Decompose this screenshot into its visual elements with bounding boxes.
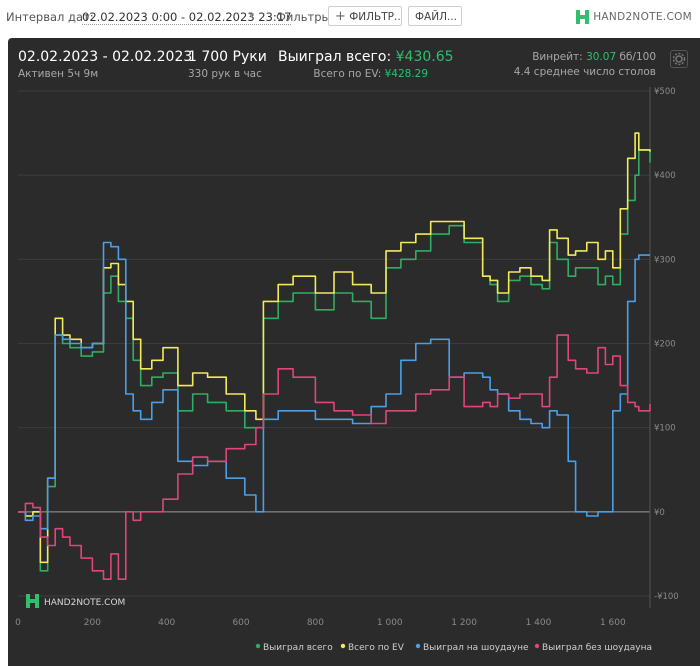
y-tick-label: ¥500 <box>654 87 676 97</box>
legend-label: Всего по EV <box>348 643 405 653</box>
x-tick-label: 600 <box>232 618 249 628</box>
x-tick-label: 1 200 <box>451 618 477 628</box>
legend-marker <box>534 643 540 649</box>
y-tick-label: ¥400 <box>654 171 676 181</box>
x-axis: 0 200 400 600 800 1 000 1 200 1 400 1 600 <box>15 618 626 628</box>
watermark-logo-icon-bar <box>30 599 35 603</box>
y-tick-label: ¥100 <box>654 424 676 434</box>
series-line <box>18 132 651 564</box>
y-tick-label: ¥0 <box>654 508 665 518</box>
x-tick-label: 1 400 <box>526 618 552 628</box>
series-line <box>18 149 651 572</box>
legend-label: Выиграл на шоудауне <box>423 643 529 653</box>
x-tick-label: 1 600 <box>600 618 626 628</box>
x-tick-label: 200 <box>84 618 101 628</box>
legend-label: Выиграл всего <box>263 643 333 653</box>
watermark-logo-icon-part <box>35 594 39 608</box>
legend: Выиграл всего Всего по EV Выиграл на шоуда… <box>255 643 652 653</box>
series-line <box>18 334 651 580</box>
x-tick-label: 0 <box>15 618 21 628</box>
y-tick-label: -¥100 <box>654 592 679 602</box>
watermark-text: HAND2NOTE.COM <box>44 598 125 608</box>
y-axis: -¥100 ¥0 ¥100 ¥200 ¥300 ¥400 ¥500 <box>654 87 679 602</box>
grid-lines <box>18 87 651 608</box>
x-tick-label: 800 <box>307 618 324 628</box>
legend-label: Выиграл без шоудауна <box>542 643 652 653</box>
y-tick-label: ¥300 <box>654 255 676 265</box>
watermark-logo-icon <box>26 594 30 608</box>
legend-marker <box>415 643 421 649</box>
profit-graph: -¥100 ¥0 ¥100 ¥200 ¥300 ¥400 ¥500 0 200 400 600 80… <box>15 87 679 653</box>
legend-marker <box>340 643 346 649</box>
x-tick-label: 1 000 <box>377 618 403 628</box>
y-tick-label: ¥200 <box>654 340 676 350</box>
legend-marker <box>255 643 261 649</box>
x-tick-label: 400 <box>158 618 175 628</box>
